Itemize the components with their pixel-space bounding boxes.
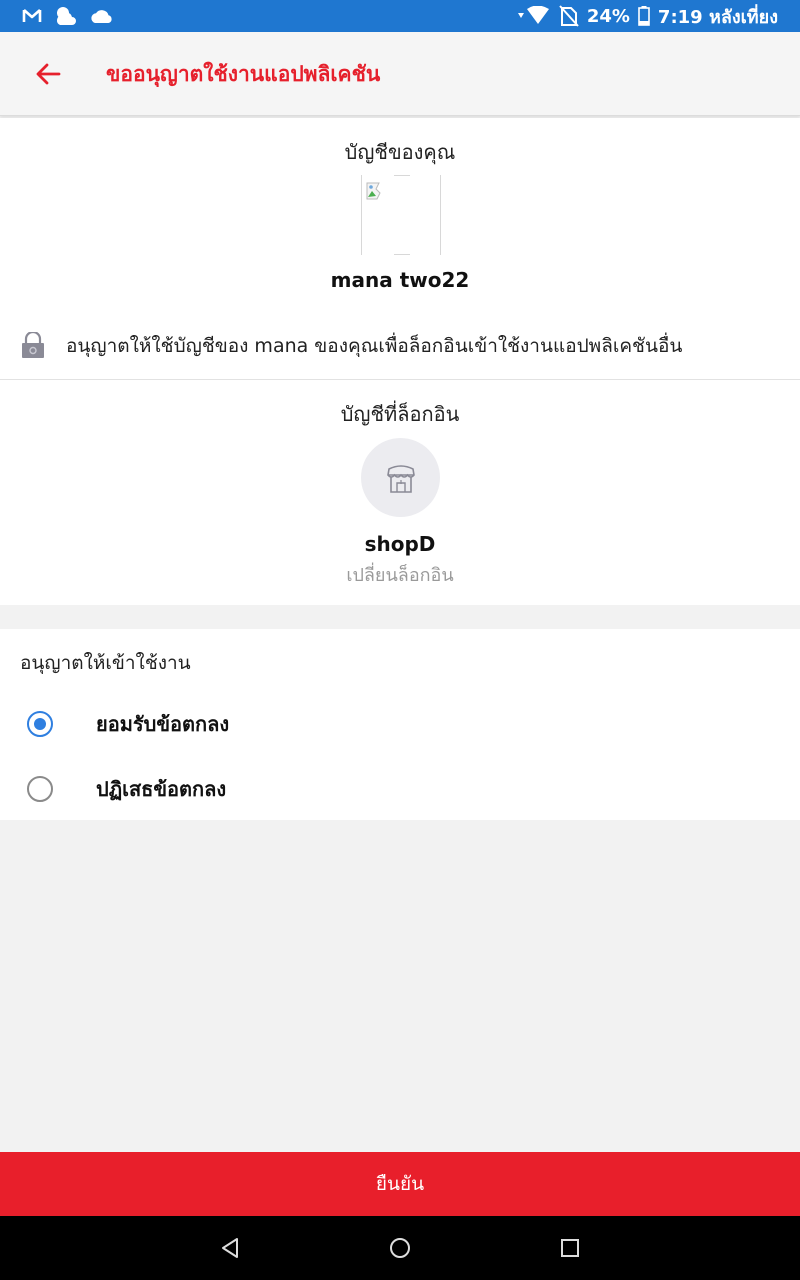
lock-icon [20,330,46,364]
confirm-button[interactable]: ยืนยัน [0,1152,800,1216]
home-circle-icon [390,1238,410,1258]
decline-option[interactable]: ปฏิเสธข้อตกลง [0,761,800,817]
back-button[interactable] [26,52,70,96]
wifi-icon [517,6,551,26]
page-title: ขออนุญาตใช้งานแอปพลิเคชัน [106,62,381,86]
accept-radio[interactable] [27,711,53,737]
clock: 7:19 หลังเที่ยง [657,6,778,28]
system-status: 24% 7:19 หลังเที่ยง [517,0,778,32]
recents-square-icon [561,1239,579,1257]
back-triangle-icon [222,1238,238,1258]
logged-in-account-section: บัญชีที่ล็อกอิน shopD เปลี่ยนล็อกอิน [0,379,800,605]
switch-login-link[interactable]: เปลี่ยนล็อกอิน [0,560,800,589]
notification-icons [22,0,114,32]
shop-name: shopD [364,532,436,556]
accept-label: ยอมรับข้อตกลง [96,712,230,736]
accept-option[interactable]: ยอมรับข้อตกลง [0,696,800,752]
store-icon [386,464,415,493]
arrow-left-icon [36,63,61,85]
permission-text: อนุญาตให้ใช้บัญชีของ mana ของคุณเพื่อล็อ… [66,335,683,357]
cloud-icon [90,8,114,24]
no-sim-icon [559,5,579,27]
battery-percent: 24% [586,5,630,27]
battery-icon [638,6,650,26]
account-name: mana two22 [330,268,470,292]
weather-icon [54,5,78,27]
consent-section: อนุญาตให้เข้าใช้งาน ยอมรับข้อตกลง ปฏิเสธ… [0,629,800,820]
your-account-section: บัญชีของคุณ mana two22 อนุญาตให้ใช้บัญชี… [0,118,800,379]
logged-in-heading: บัญชีที่ล็อกอิน [340,402,460,426]
status-bar: 24% 7:19 หลังเที่ยง [0,0,800,32]
system-nav-bar [0,1216,800,1280]
nav-recents-button[interactable] [554,1232,586,1264]
nav-back-button[interactable] [214,1232,246,1264]
decline-label: ปฏิเสธข้อตกลง [96,777,227,801]
account-avatar [361,175,441,255]
nav-home-button[interactable] [384,1232,416,1264]
app-bar: ขออนุญาตใช้งานแอปพลิเคชัน [0,32,800,116]
gmail-icon [22,8,42,24]
decline-radio[interactable] [27,776,53,802]
consent-heading: อนุญาตให้เข้าใช้งาน [20,652,191,674]
shop-avatar [361,438,440,517]
broken-image-icon [365,181,387,205]
your-account-heading: บัญชีของคุณ [344,140,456,164]
permission-row: อนุญาตให้ใช้บัญชีของ mana ของคุณเพื่อล็อ… [0,326,800,378]
